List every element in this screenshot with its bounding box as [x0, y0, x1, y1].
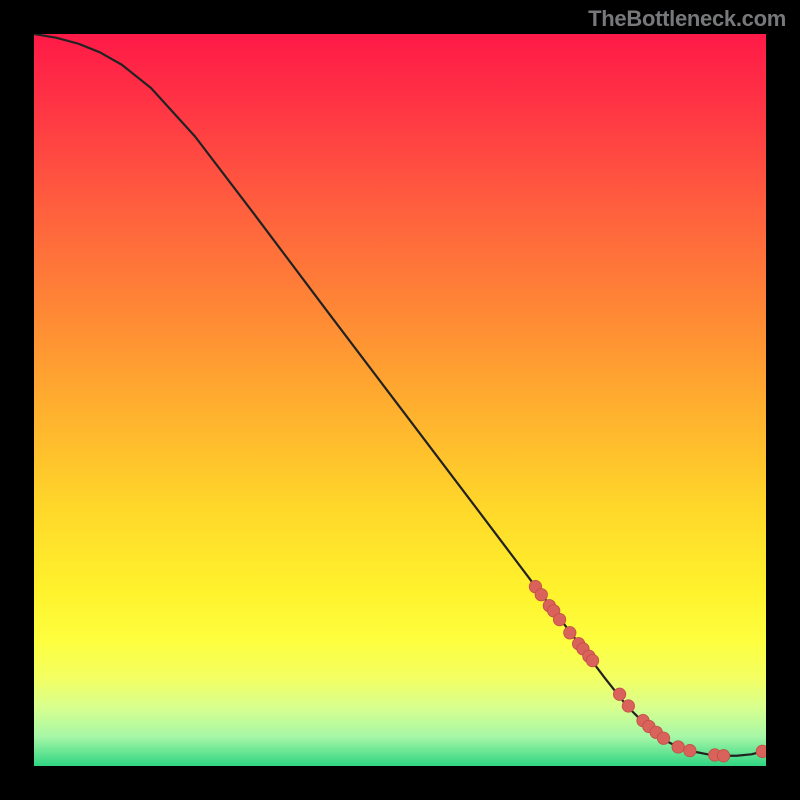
data-dot [564, 627, 576, 639]
data-dot [586, 654, 598, 666]
data-dot [613, 688, 625, 700]
data-dot [622, 700, 634, 712]
curve-layer [34, 34, 766, 766]
data-dot [553, 613, 565, 625]
data-dots [529, 580, 766, 761]
data-dot [657, 732, 669, 744]
data-dot [684, 744, 696, 756]
data-dot [672, 741, 684, 753]
data-dot [717, 750, 729, 762]
data-dot [535, 589, 547, 601]
bottleneck-curve [34, 34, 766, 756]
chart-frame: TheBottleneck.com [0, 0, 800, 800]
plot-area [34, 34, 766, 766]
watermark-text: TheBottleneck.com [588, 6, 786, 32]
data-dot [756, 745, 766, 757]
